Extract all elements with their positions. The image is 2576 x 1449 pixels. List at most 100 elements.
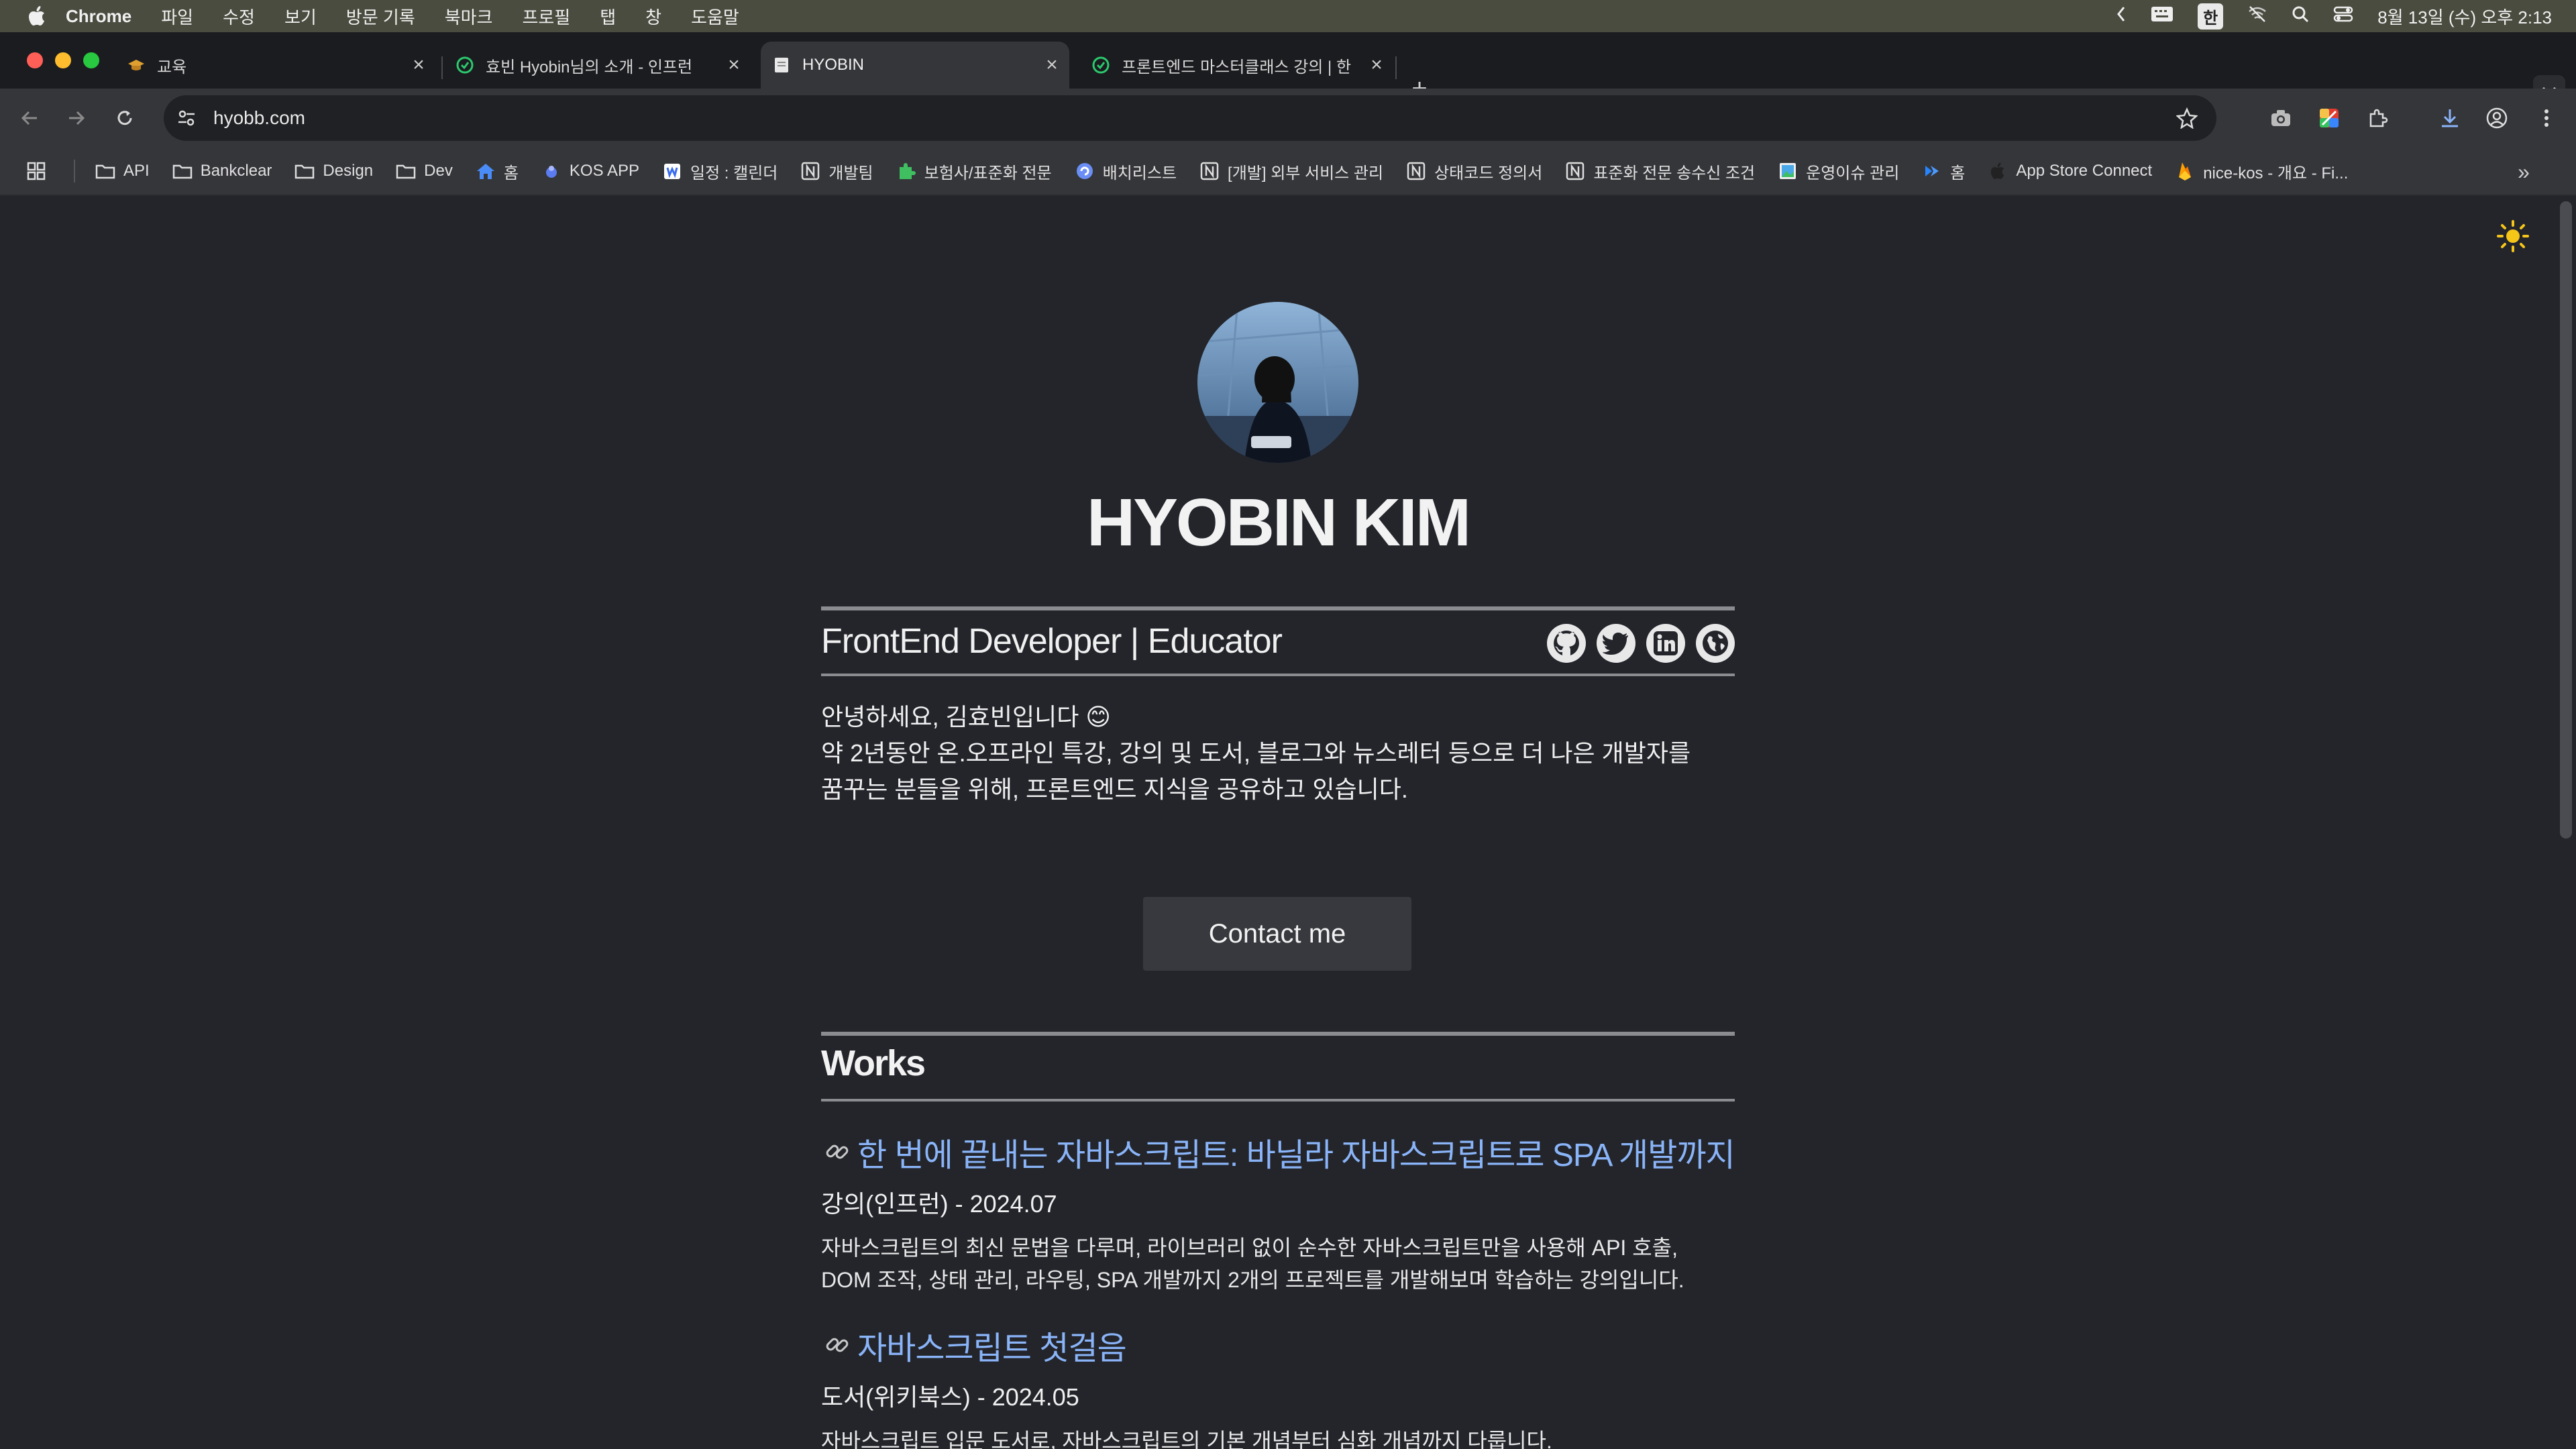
reload-button[interactable]	[110, 103, 140, 133]
bookmark-label: App Store Connect	[2016, 162, 2153, 180]
page-viewport: HYOBIN KIM FrontEnd Developer | Educator…	[0, 196, 2576, 1449]
forward-button[interactable]	[62, 103, 91, 133]
menu-bookmarks[interactable]: 북마크	[445, 4, 493, 29]
bookmark-label: 배치리스트	[1102, 164, 1177, 182]
bookmark-label: nice-kos - 개요 - Fi...	[2203, 164, 2349, 182]
contact-me-button[interactable]: Contact me	[1143, 897, 1411, 971]
apple-icon	[1988, 161, 2008, 181]
minimize-window-button[interactable]	[55, 52, 71, 68]
tab-strip: 교육 × 효빈 Hyobin님의 소개 - 인프런 × HYOBIN × 프론트…	[0, 32, 2576, 107]
works-section-title: Works	[821, 1043, 926, 1083]
tab-education[interactable]: 교육 ×	[127, 42, 429, 89]
work-description: 자바스크립트의 최신 문법을 다루며, 라이브러리 없이 순수한 자바스크립트만…	[821, 1232, 1735, 1296]
bookmark-ops-issues[interactable]: 운영이슈 관리	[1778, 160, 1899, 183]
bookmark-insurer-standard[interactable]: 보험사/표준화 전문	[896, 160, 1052, 183]
color-picker-extension-icon[interactable]	[2314, 103, 2344, 133]
site-info-icon[interactable]	[173, 105, 200, 131]
social-links	[1547, 624, 1735, 663]
menu-tab[interactable]: 탭	[600, 4, 616, 29]
menu-window[interactable]: 창	[645, 4, 661, 29]
bookmark-dev-team[interactable]: 개발팀	[800, 160, 873, 183]
arrow-left-icon	[21, 111, 37, 125]
bookmark-home[interactable]: 홈	[476, 160, 519, 183]
bookmark-standard-conditions[interactable]: 표준화 전문 송수신 조건	[1565, 160, 1755, 183]
folder-icon	[172, 161, 193, 181]
menu-app-chrome[interactable]: Chrome	[66, 6, 131, 27]
input-method-indicator[interactable]: 한	[2198, 3, 2224, 30]
menu-file[interactable]: 파일	[161, 4, 193, 29]
bookmark-calendar[interactable]: 일정 : 캘린더	[662, 160, 777, 183]
calendar-icon	[662, 161, 682, 181]
bookmark-external-services[interactable]: [개발] 외부 서비스 관리	[1199, 160, 1383, 183]
intro-line: 꿈꾸는 분들을 위해, 프론트엔드 지식을 공유하고 있습니다.	[821, 775, 1408, 803]
camera-extension-icon[interactable]	[2266, 103, 2296, 133]
bookmark-batch-list[interactable]: 배치리스트	[1075, 160, 1177, 183]
menu-edit[interactable]: 수정	[223, 4, 255, 29]
close-tab-icon[interactable]: ×	[723, 54, 745, 76]
bookmark-kos-app[interactable]: KOS APP	[541, 161, 639, 181]
menu-profile[interactable]: 프로필	[522, 4, 570, 29]
inflearn-icon	[456, 56, 474, 74]
tab-inflearn-profile[interactable]: 효빈 Hyobin님의 소개 - 인프런 ×	[456, 42, 745, 89]
close-tab-icon[interactable]: ×	[1041, 54, 1063, 76]
notion-icon	[1565, 161, 1585, 181]
work-title-link[interactable]: 자바스크립트 첫걸음	[821, 1322, 1735, 1368]
window-controls	[27, 52, 99, 68]
menu-view[interactable]: 보기	[284, 4, 317, 29]
bookmark-folder-design[interactable]: Design	[294, 161, 373, 181]
work-item: 한 번에 끝내는 자바스크립트: 바닐라 자바스크립트로 SPA 개발까지 강의…	[821, 1128, 1735, 1296]
theme-toggle-button[interactable]	[2493, 216, 2533, 256]
wifi-off-icon[interactable]	[2247, 5, 2267, 28]
reload-icon	[117, 111, 132, 125]
menubar-datetime[interactable]: 8월 13일 (수) 오후 2:13	[2377, 4, 2552, 29]
close-tab-icon[interactable]: ×	[408, 54, 429, 76]
tab-frontend-masterclass[interactable]: 프론트엔드 마스터클래스 강의 | 한 ×	[1092, 42, 1387, 89]
profile-avatar-icon[interactable]	[2482, 103, 2512, 133]
link-icon	[821, 1329, 853, 1361]
work-meta: 도서(위키북스) - 2024.05	[821, 1383, 1079, 1411]
github-icon[interactable]	[1547, 624, 1586, 663]
linkedin-icon[interactable]	[1646, 624, 1685, 663]
bookmarks-divider	[74, 160, 75, 182]
macos-menubar: Chrome 파일 수정 보기 방문 기록 북마크 프로필 탭 창 도움말 한 …	[0, 0, 2576, 32]
extensions-puzzle-icon[interactable]	[2363, 103, 2392, 133]
download-icon[interactable]	[2435, 103, 2465, 133]
bookmark-folder-dev[interactable]: Dev	[396, 161, 453, 181]
bookmark-jira-home[interactable]: 홈	[1922, 160, 1965, 183]
control-center-icon[interactable]	[2333, 5, 2353, 28]
menu-history[interactable]: 방문 기록	[346, 4, 415, 29]
close-window-button[interactable]	[27, 52, 43, 68]
address-bar[interactable]: hyobb.com	[164, 95, 2216, 141]
page-scrollbar[interactable]	[2560, 201, 2572, 839]
tab-hyobin[interactable]: HYOBIN ×	[761, 42, 1069, 89]
chevron-left-icon[interactable]	[2116, 5, 2127, 28]
apps-grid-icon[interactable]	[23, 158, 50, 184]
bookmark-folder-api[interactable]: API	[95, 161, 150, 181]
bookmark-app-store-connect[interactable]: App Store Connect	[1988, 161, 2152, 181]
bookmark-folder-bankclear[interactable]: Bankclear	[172, 161, 272, 181]
divider	[821, 1099, 1735, 1102]
zoom-window-button[interactable]	[83, 52, 99, 68]
folder-icon	[294, 161, 315, 181]
work-title-link[interactable]: 한 번에 끝내는 자바스크립트: 바닐라 자바스크립트로 SPA 개발까지	[821, 1128, 1735, 1175]
divider	[821, 674, 1735, 676]
apple-icon[interactable]	[27, 6, 47, 26]
url-text: hyobb.com	[213, 107, 305, 128]
twitter-icon[interactable]	[1597, 624, 1635, 663]
more-menu-icon[interactable]	[2532, 103, 2561, 133]
bookmark-label: 홈	[1950, 164, 1966, 182]
close-tab-icon[interactable]: ×	[1366, 54, 1387, 76]
website-globe-icon[interactable]	[1696, 624, 1735, 663]
back-button[interactable]	[15, 103, 44, 133]
menu-help[interactable]: 도움말	[691, 4, 739, 29]
keyboard-icon[interactable]	[2151, 6, 2174, 27]
bookmarks-overflow-icon[interactable]: »	[2512, 160, 2536, 184]
bookmark-firebase[interactable]: nice-kos - 개요 - Fi...	[2175, 160, 2348, 183]
bookmark-status-codes[interactable]: 상태코드 정의서	[1406, 160, 1542, 183]
search-icon[interactable]	[2292, 5, 2309, 28]
firebase-icon	[2175, 161, 2195, 181]
sun-icon	[2497, 220, 2529, 252]
divider	[821, 606, 1735, 610]
bookmark-star-icon[interactable]	[2174, 105, 2200, 131]
intro-greeting: 안녕하세요, 김효빈입니다 😊	[821, 703, 1111, 731]
